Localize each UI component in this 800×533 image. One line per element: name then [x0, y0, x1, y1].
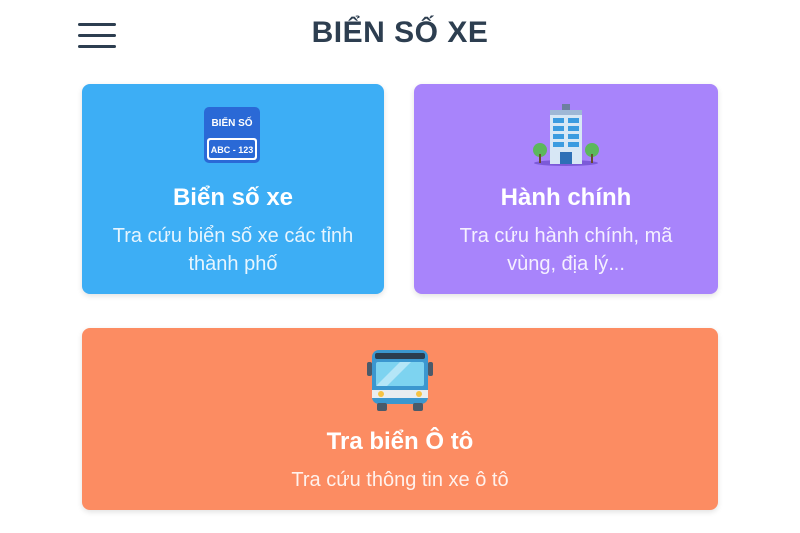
license-plate-card[interactable]: BIỂN SỐ ABC - 123 Biển số xe Tra cứu biể… [82, 84, 384, 294]
car-lookup-card[interactable]: Tra biển Ô tô Tra cứu thông tin xe ô tô [82, 328, 718, 510]
plate-top-text: BIỂN SỐ [211, 115, 252, 129]
app-header: BIỂN SỐ XE [0, 0, 800, 70]
license-plate-icon: BIỂN SỐ ABC - 123 [203, 106, 261, 164]
plate-number-text: ABC - 123 [211, 145, 254, 155]
card-title: Hành chính [500, 184, 632, 211]
page-title: BIỂN SỐ XE [311, 16, 489, 49]
administrative-card[interactable]: Hành chính Tra cứu hành chính, mã vùng, … [414, 84, 718, 294]
office-building-icon [531, 102, 601, 166]
card-title: Tra biển Ô tô [326, 428, 474, 455]
card-title: Biển số xe [172, 184, 294, 211]
bus-icon [367, 348, 433, 412]
card-description: Tra cứu biển số xe các tỉnh thành phố [112, 225, 354, 275]
card-description: Tra cứu hành chính, mã vùng, địa lý... [459, 225, 673, 275]
card-description: Tra cứu thông tin xe ô tô [291, 469, 509, 491]
